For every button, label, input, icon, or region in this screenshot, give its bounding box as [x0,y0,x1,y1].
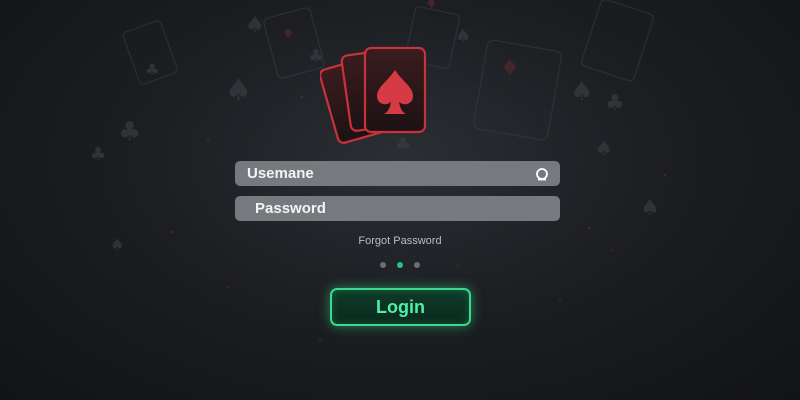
svg-text:♠: ♠ [570,77,593,107]
password-field[interactable] [235,196,560,221]
login-button[interactable]: Login [330,288,471,326]
svg-text:♠: ♠ [640,196,660,221]
svg-text:♠: ♠ [245,13,265,38]
svg-text:♣: ♣ [90,144,106,165]
username-input[interactable] [245,164,534,183]
svg-text:♣: ♣ [118,117,141,147]
svg-text:♦: ♦ [425,0,438,12]
username-field[interactable] [235,161,560,186]
svg-text:♣: ♣ [605,91,625,116]
user-icon [534,166,550,182]
svg-text:♦: ♦ [500,56,520,81]
password-input[interactable] [253,199,550,218]
svg-text:♦: ♦ [282,26,295,42]
svg-text:♠: ♠ [225,73,252,108]
pagination-dot[interactable] [380,262,386,268]
pagination-dot[interactable] [397,262,403,268]
spade-cards-icon [320,46,427,144]
pagination-dots [0,262,800,268]
svg-text:♠: ♠ [455,26,471,47]
pagination-dot[interactable] [414,262,420,268]
forgot-password-link[interactable]: Forgot Password [0,235,800,247]
svg-text:♠: ♠ [595,136,613,160]
svg-text:♣: ♣ [145,60,159,79]
